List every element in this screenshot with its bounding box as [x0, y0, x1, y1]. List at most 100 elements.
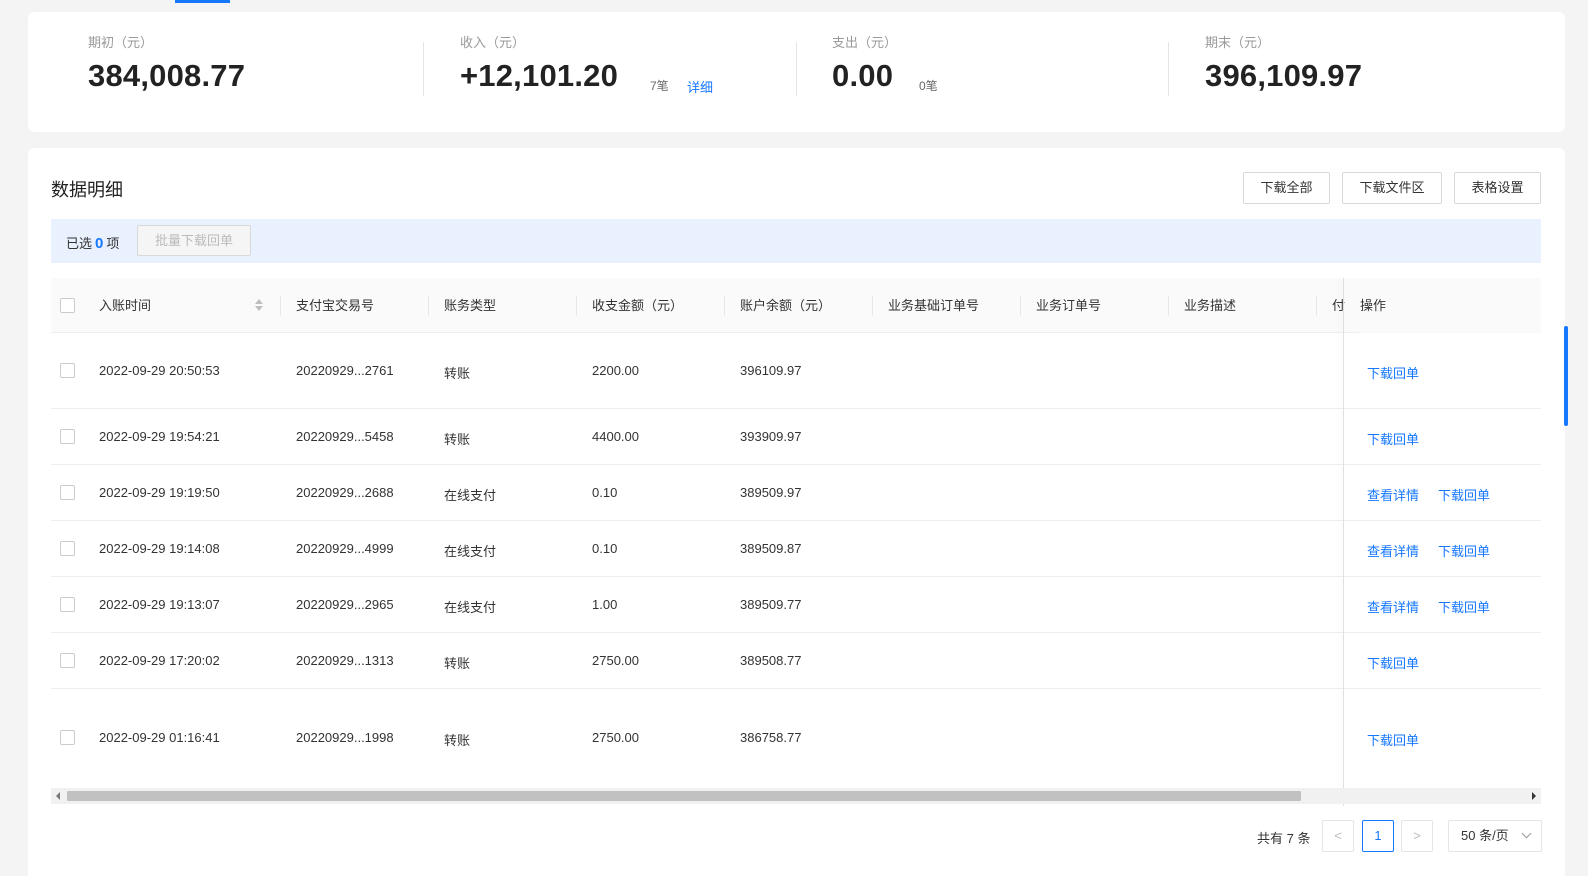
- download-all-button[interactable]: 下载全部: [1243, 172, 1330, 204]
- download-receipt-link[interactable]: 下载回单: [1367, 730, 1419, 749]
- sort-icon[interactable]: [254, 299, 264, 313]
- col-header-base-order: 业务基础订单号: [888, 298, 980, 313]
- table-row: 2022-09-29 19:54:21 20220929...5458 转账 4…: [51, 409, 1541, 465]
- selection-count: 已选 0 项: [66, 233, 119, 252]
- col-header-action: 操作: [1359, 278, 1541, 333]
- stat-divider: [423, 42, 424, 96]
- stat-closing-label: 期末（元）: [1205, 35, 1271, 50]
- active-tab-indicator: [175, 0, 230, 3]
- cell-balance: 389508.77: [740, 653, 802, 668]
- view-detail-link[interactable]: 查看详情: [1367, 597, 1419, 616]
- cell-balance: 389509.77: [740, 597, 802, 612]
- cell-time: 2022-09-29 19:14:08: [99, 541, 220, 556]
- download-receipt-link[interactable]: 下载回单: [1438, 541, 1490, 560]
- row-checkbox[interactable]: [60, 653, 75, 668]
- stat-expense-label: 支出（元）: [832, 35, 898, 50]
- download-receipt-link[interactable]: 下载回单: [1367, 653, 1419, 672]
- cell-type: 转账: [444, 733, 471, 748]
- select-all-checkbox[interactable]: [60, 298, 75, 313]
- row-checkbox[interactable]: [60, 730, 75, 745]
- column-divider: [1020, 296, 1021, 316]
- download-area-button[interactable]: 下载文件区: [1342, 172, 1442, 204]
- column-divider: [428, 296, 429, 316]
- next-page-button[interactable]: >: [1401, 820, 1433, 852]
- stat-expense-count: 0笔: [919, 79, 938, 93]
- stat-divider: [1168, 42, 1169, 96]
- column-divider: [280, 296, 281, 316]
- cell-balance: 389509.97: [740, 485, 802, 500]
- row-checkbox[interactable]: [60, 363, 75, 378]
- cell-amount: 1.00: [592, 597, 618, 612]
- table-row: 2022-09-29 01:16:41 20220929...1998 转账 2…: [51, 689, 1541, 785]
- cell-type: 在线支付: [444, 544, 497, 559]
- detail-card: 数据明细 下载全部 下载文件区 表格设置 已选 0 项 批量下载回单 入账时间 支付…: [28, 148, 1565, 876]
- cell-amount: 0.10: [592, 485, 618, 500]
- cell-trade-no: 20220929...1313: [296, 653, 394, 668]
- download-receipt-link[interactable]: 下载回单: [1367, 363, 1419, 382]
- column-divider: [576, 296, 577, 316]
- vertical-scroll-indicator[interactable]: [1564, 326, 1568, 426]
- cell-trade-no: 20220929...2965: [296, 597, 394, 612]
- cell-amount: 2200.00: [592, 363, 639, 378]
- table-settings-button[interactable]: 表格设置: [1454, 172, 1541, 204]
- summary-card: 期初（元） 384,008.77 收入（元） +12,101.20 7笔 详细 …: [28, 12, 1565, 132]
- page-1-button[interactable]: 1: [1362, 820, 1394, 852]
- cell-trade-no: 20220929...4999: [296, 541, 394, 556]
- stat-income-value: +12,101.20: [460, 58, 619, 93]
- col-header-time[interactable]: 入账时间: [99, 278, 151, 333]
- cell-amount: 2750.00: [592, 730, 639, 745]
- cell-trade-no: 20220929...5458: [296, 429, 394, 444]
- cell-amount: 2750.00: [592, 653, 639, 668]
- cell-type: 转账: [444, 432, 471, 447]
- col-header-amount: 收支金额（元）: [592, 298, 684, 313]
- stat-opening-value: 384,008.77: [88, 58, 246, 93]
- view-detail-link[interactable]: 查看详情: [1367, 485, 1419, 504]
- row-checkbox[interactable]: [60, 597, 75, 612]
- scroll-right-icon[interactable]: [1532, 792, 1536, 800]
- cell-type: 转账: [444, 656, 471, 671]
- scroll-left-icon[interactable]: [56, 792, 60, 800]
- row-checkbox[interactable]: [60, 485, 75, 500]
- cell-balance: 389509.87: [740, 541, 802, 556]
- cell-time: 2022-09-29 20:50:53: [99, 363, 220, 378]
- row-checkbox[interactable]: [60, 429, 75, 444]
- horizontal-scrollbar[interactable]: [51, 788, 1541, 804]
- cell-balance: 396109.97: [740, 363, 802, 378]
- pagination-total: 共有 7 条: [1257, 831, 1311, 846]
- income-detail-link[interactable]: 详细: [687, 77, 713, 96]
- cell-amount: 0.10: [592, 541, 618, 556]
- table-row: 2022-09-29 17:20:02 20220929...1313 转账 2…: [51, 633, 1541, 689]
- prev-page-button[interactable]: <: [1322, 820, 1354, 852]
- download-receipt-link[interactable]: 下载回单: [1438, 485, 1490, 504]
- stat-divider: [796, 42, 797, 96]
- download-receipt-link[interactable]: 下载回单: [1438, 597, 1490, 616]
- table-row: 2022-09-29 19:13:07 20220929...2965 在线支付…: [51, 577, 1541, 633]
- selection-prefix: 已选: [66, 236, 93, 251]
- table-row: 2022-09-29 20:50:53 20220929...2761 转账 2…: [51, 333, 1541, 409]
- table-header: 入账时间 支付宝交易号 账务类型 收支金额（元） 账户余额（元） 业务基础订单号…: [51, 278, 1541, 333]
- view-detail-link[interactable]: 查看详情: [1367, 541, 1419, 560]
- download-receipt-link[interactable]: 下载回单: [1367, 429, 1419, 448]
- page-size-value: 50 条/页: [1461, 828, 1509, 843]
- row-checkbox[interactable]: [60, 541, 75, 556]
- cell-balance: 386758.77: [740, 730, 802, 745]
- cell-time: 2022-09-29 01:16:41: [99, 730, 220, 745]
- col-header-desc: 业务描述: [1184, 298, 1237, 313]
- cell-time: 2022-09-29 19:13:07: [99, 597, 220, 612]
- selection-number: 0: [95, 235, 104, 252]
- batch-download-button[interactable]: 批量下载回单: [137, 225, 251, 256]
- cell-trade-no: 20220929...2761: [296, 363, 394, 378]
- scrollbar-thumb[interactable]: [67, 791, 1301, 801]
- cell-time: 2022-09-29 19:54:21: [99, 429, 220, 444]
- page-size-select[interactable]: 50 条/页: [1448, 820, 1542, 852]
- cell-trade-no: 20220929...2688: [296, 485, 394, 500]
- stat-expense-value: 0.00: [832, 58, 894, 93]
- col-header-trade-no: 支付宝交易号: [296, 298, 375, 313]
- detail-title: 数据明细: [51, 180, 123, 200]
- selection-suffix: 项: [106, 236, 120, 251]
- cell-type: 转账: [444, 366, 471, 381]
- data-table: 入账时间 支付宝交易号 账务类型 收支金额（元） 账户余额（元） 业务基础订单号…: [51, 278, 1541, 806]
- cell-type: 在线支付: [444, 488, 497, 503]
- column-divider: [724, 296, 725, 316]
- stat-opening-label: 期初（元）: [88, 35, 154, 50]
